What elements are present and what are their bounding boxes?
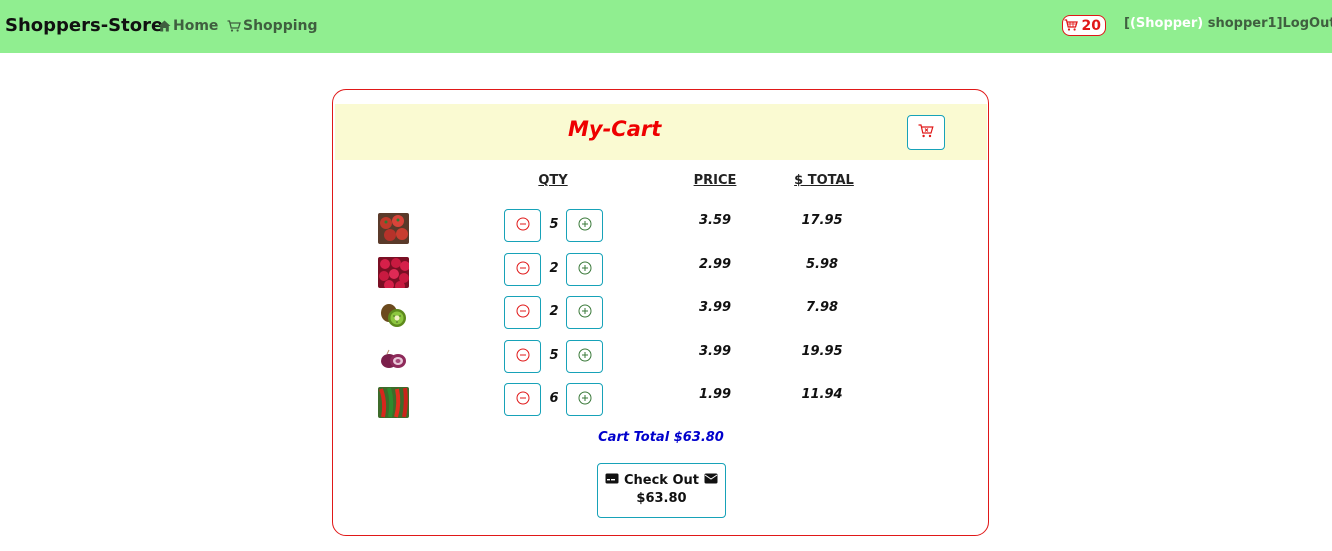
decrease-qty-button[interactable] [504, 383, 541, 416]
cart-count-badge[interactable]: 20 [1062, 15, 1106, 36]
increase-qty-button[interactable] [566, 253, 603, 286]
cart-total: Cart Total $63.80 [598, 430, 724, 445]
cart-icon [227, 20, 241, 32]
plus-circle-icon [578, 260, 592, 279]
increase-qty-button[interactable] [566, 383, 603, 416]
item-total: 17.95 [801, 213, 843, 228]
column-header-total: $ TOTAL [794, 173, 854, 188]
red-onion-image [378, 344, 409, 375]
cart-item-row: 6 1.99 11.94 [333, 383, 988, 423]
minus-circle-icon [516, 260, 530, 279]
navbar: Shoppers-Store Home Shopping 20 [(Shoppe… [0, 0, 1332, 53]
item-price: 3.99 [698, 344, 732, 359]
nav-home-link[interactable]: Home [158, 18, 218, 34]
item-total: 19.95 [801, 344, 843, 359]
minus-circle-icon [516, 303, 530, 322]
chili-peppers-image [378, 387, 409, 418]
wallet-icon [704, 473, 718, 488]
item-total: 7.98 [805, 300, 839, 315]
cart-panel: My-Cart QTY PRICE $ TOTAL 5 3.59 17.95 2… [332, 89, 989, 536]
clear-cart-button[interactable] [907, 115, 945, 150]
item-qty: 2 [549, 261, 559, 276]
checkout-label: Check Out [623, 473, 699, 488]
decrease-qty-button[interactable] [504, 296, 541, 329]
minus-circle-icon [516, 347, 530, 366]
plus-circle-icon [578, 216, 592, 235]
plus-circle-icon [578, 390, 592, 409]
cart-item-row: 5 3.59 17.95 [333, 209, 988, 249]
cart-header: My-Cart [335, 104, 987, 160]
nav-shopping-label: Shopping [243, 18, 318, 34]
item-qty: 6 [549, 391, 559, 406]
cart-count: 20 [1081, 17, 1101, 34]
column-header-qty: QTY [538, 173, 568, 188]
brand-title[interactable]: Shoppers-Store [5, 15, 163, 36]
plus-circle-icon [578, 303, 592, 322]
user-info: [(Shopper) shopper1]LogOut [1124, 16, 1332, 31]
plus-circle-icon [578, 347, 592, 366]
increase-qty-button[interactable] [566, 340, 603, 373]
item-qty: 2 [549, 304, 559, 319]
cart-icon [918, 123, 934, 142]
item-total: 11.94 [801, 387, 843, 402]
logout-link[interactable]: LogOut [1283, 16, 1332, 31]
item-price: 3.99 [698, 300, 732, 315]
tomatoes-image [378, 213, 409, 244]
cart-item-row: 2 2.99 5.98 [333, 253, 988, 293]
checkout-button[interactable]: Check Out $63.80 [597, 463, 726, 518]
item-qty: 5 [549, 217, 559, 232]
cart-title: My-Cart [568, 117, 662, 141]
item-price: 3.59 [698, 213, 732, 228]
user-role: (Shopper) [1129, 16, 1204, 31]
decrease-qty-button[interactable] [504, 340, 541, 373]
decrease-qty-button[interactable] [504, 209, 541, 242]
cart-icon [1064, 16, 1078, 35]
nav-shopping-link[interactable]: Shopping [227, 18, 318, 34]
minus-circle-icon [516, 216, 530, 235]
column-header-price: PRICE [693, 173, 737, 188]
increase-qty-button[interactable] [566, 296, 603, 329]
raspberries-image [378, 257, 409, 288]
increase-qty-button[interactable] [566, 209, 603, 242]
credit-card-icon [605, 473, 619, 488]
nav-home-label: Home [173, 18, 219, 34]
cart-item-row: 2 3.99 7.98 [333, 296, 988, 336]
item-price: 2.99 [698, 257, 732, 272]
user-name: shopper1] [1203, 16, 1283, 31]
item-qty: 5 [549, 348, 559, 363]
decrease-qty-button[interactable] [504, 253, 541, 286]
checkout-amount: $63.80 [636, 491, 687, 506]
item-price: 1.99 [698, 387, 732, 402]
home-icon [158, 20, 171, 32]
cart-item-row: 5 3.99 19.95 [333, 340, 988, 380]
minus-circle-icon [516, 390, 530, 409]
item-total: 5.98 [805, 257, 839, 272]
kiwi-image [378, 300, 409, 331]
